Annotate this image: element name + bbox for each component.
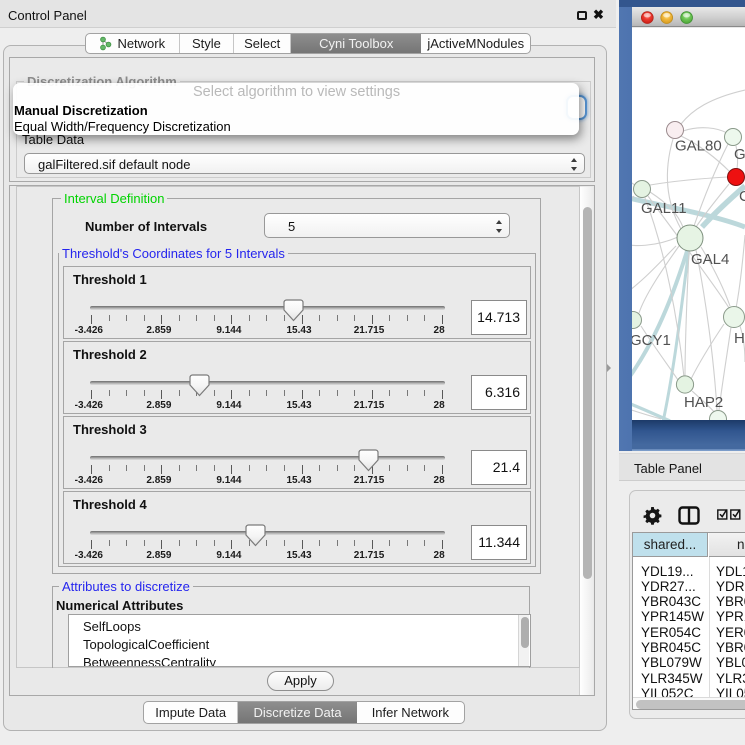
svg-text:HAP2: HAP2	[684, 394, 723, 411]
svg-text:GAL4: GAL4	[691, 251, 729, 268]
svg-text:GCY1: GCY1	[630, 332, 671, 349]
svg-text:GAL80: GAL80	[675, 138, 722, 155]
svg-text:GAL11: GAL11	[641, 200, 687, 217]
svg-text:H: H	[734, 330, 745, 347]
svg-text:C: C	[739, 188, 745, 205]
svg-text:GA: GA	[734, 146, 745, 163]
